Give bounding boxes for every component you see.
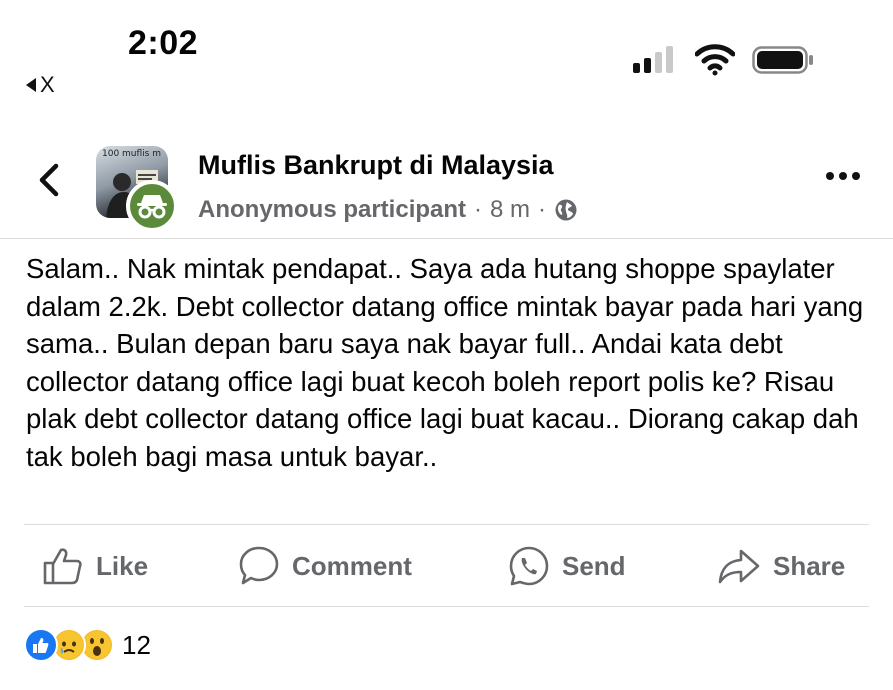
actions-divider [24, 606, 869, 607]
comment-bubble-icon [239, 546, 279, 585]
like-thumb-icon [43, 548, 82, 585]
wifi-icon [695, 44, 735, 76]
reaction-count: 12 [122, 629, 151, 660]
meta-separator-2: · [538, 196, 547, 223]
cellular-signal-icon [633, 46, 673, 73]
like-reaction-icon [24, 628, 58, 662]
dot-icon [826, 172, 834, 180]
group-avatar-stack[interactable]: 100 muflis m [96, 146, 182, 232]
dot-icon [852, 172, 860, 180]
status-time: 2:02 [128, 24, 199, 62]
post-text: Salam.. Nak mintak pendapat.. Saya ada h… [26, 253, 864, 472]
anonymous-badge [126, 180, 178, 232]
back-triangle-icon [26, 78, 36, 92]
incognito-icon [137, 195, 167, 219]
globe-icon [555, 199, 577, 221]
back-to-app-button[interactable]: X [26, 72, 55, 98]
body-divider [24, 524, 869, 525]
send-button[interactable]: Send [508, 540, 626, 592]
post-meta: Anonymous participant · 8 m · [198, 196, 578, 224]
header-divider [0, 238, 893, 239]
post-time[interactable]: 8 m [490, 196, 530, 224]
like-label: Like [96, 550, 149, 581]
group-name-link[interactable]: Muflis Bankrupt di Malaysia [198, 150, 554, 181]
dot-icon [839, 172, 847, 180]
share-button[interactable]: Share [717, 540, 845, 592]
comment-label: Comment [292, 550, 412, 581]
meta-separator: · [474, 196, 483, 223]
battery-icon [752, 46, 813, 74]
action-bar: Like Comment Send Share [0, 540, 893, 592]
comment-button[interactable]: Comment [238, 540, 412, 592]
share-label: Share [773, 550, 846, 581]
back-arrow-icon[interactable] [36, 162, 64, 198]
reactions-summary[interactable]: 12 [24, 628, 151, 662]
back-app-label: X [40, 72, 55, 97]
whatsapp-icon [509, 546, 549, 586]
send-label: Send [562, 550, 626, 581]
share-arrow-icon [718, 549, 760, 584]
more-options-button[interactable] [826, 172, 860, 180]
author-name[interactable]: Anonymous participant [198, 196, 466, 224]
like-button[interactable]: Like [42, 540, 148, 592]
